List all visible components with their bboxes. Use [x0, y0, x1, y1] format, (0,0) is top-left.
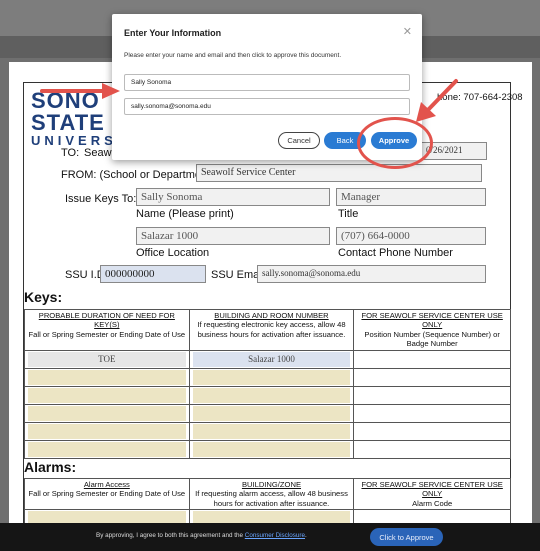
table-cell[interactable] — [24, 403, 190, 423]
alarms-heading: Alarms: — [24, 459, 77, 475]
table-row — [24, 421, 511, 441]
agreement-text: By approving, I agree to both this agree… — [96, 532, 307, 539]
table-cell — [353, 367, 511, 387]
consumer-disclosure-link[interactable]: Consumer Disclosure — [245, 532, 305, 539]
table-row: TOE Salazar 1000 — [24, 349, 511, 369]
keys-col3-header: FOR SEAWOLF SERVICE CENTER USE ONLY Posit… — [353, 309, 511, 351]
table-row — [24, 385, 511, 405]
table-cell — [353, 439, 511, 459]
duration-input[interactable]: TOE — [28, 351, 186, 367]
arrow-down-left-icon — [416, 79, 458, 122]
logo-line-2: STATE — [31, 110, 105, 135]
title-field[interactable]: Manager — [336, 188, 486, 206]
title-caption: Title — [338, 208, 359, 220]
building-input[interactable] — [192, 369, 351, 385]
from-label: FROM: (School or Department) — [61, 169, 214, 181]
arrow-right-icon — [40, 83, 120, 99]
building-input[interactable]: Salazar 1000 — [192, 351, 351, 367]
table-cell[interactable] — [24, 439, 190, 459]
duration-input[interactable] — [28, 441, 186, 457]
office-caption: Office Location — [136, 247, 210, 259]
name-field[interactable]: Sally Sonoma — [136, 188, 330, 206]
table-cell — [353, 421, 511, 441]
table-cell — [353, 349, 511, 369]
duration-input[interactable] — [28, 423, 186, 439]
to-value: Seaw — [84, 147, 112, 159]
table-cell[interactable] — [188, 385, 355, 405]
name-caption: Name (Please print) — [136, 208, 234, 220]
name-input[interactable] — [124, 74, 410, 91]
logo-line-3: UNIVERS — [31, 133, 117, 148]
table-cell — [353, 385, 511, 405]
ssu-email-field[interactable]: sally.sonoma@sonoma.edu — [257, 265, 486, 283]
building-input[interactable] — [192, 441, 351, 457]
to-label: TO: — [61, 147, 80, 159]
duration-input[interactable] — [28, 387, 186, 403]
office-field[interactable]: Salazar 1000 — [136, 227, 330, 245]
from-field[interactable]: Seawolf Service Center — [196, 164, 482, 182]
table-cell[interactable] — [24, 367, 190, 387]
keys-heading: Keys: — [24, 289, 63, 305]
approval-footer: By approving, I agree to both this agree… — [0, 523, 540, 551]
duration-input[interactable] — [28, 405, 186, 421]
alarms-col2-header: BUILDING/ZONE If requesting alarm access,… — [188, 477, 355, 511]
table-cell — [353, 403, 511, 423]
table-cell[interactable] — [188, 367, 355, 387]
table-cell[interactable] — [24, 421, 190, 441]
table-cell[interactable]: Salazar 1000 — [188, 349, 355, 369]
alarms-col3-header: FOR SEAWOLF SERVICE CENTER USE ONLY Alarm… — [353, 477, 511, 511]
table-cell[interactable] — [188, 421, 355, 441]
table-cell[interactable] — [188, 439, 355, 459]
table-row — [24, 367, 511, 387]
phone-field[interactable]: (707) 664-0000 — [336, 227, 486, 245]
building-input[interactable] — [192, 387, 351, 403]
building-input[interactable] — [192, 423, 351, 439]
cancel-button[interactable]: Cancel — [278, 132, 320, 149]
table-cell[interactable] — [24, 385, 190, 405]
keys-table: PROBABLE DURATION OF NEED FOR KEY(S) Fall… — [24, 309, 511, 459]
table-row — [24, 439, 511, 459]
keys-col1-header: PROBABLE DURATION OF NEED FOR KEY(S) Fall… — [24, 309, 190, 351]
table-row — [24, 403, 511, 423]
dialog-description: Please enter your name and email and the… — [124, 52, 342, 59]
agreement-label: By approving, I agree to both this agree… — [96, 532, 245, 539]
close-icon[interactable]: ✕ — [403, 25, 412, 38]
building-input[interactable] — [192, 405, 351, 421]
agreement-period: . — [304, 532, 307, 539]
alarms-col1-header: Alarm Access Fall or Spring Semester or E… — [24, 477, 190, 511]
table-cell[interactable]: TOE — [24, 349, 190, 369]
keys-header-row: PROBABLE DURATION OF NEED FOR KEY(S) Fall… — [24, 309, 511, 351]
keys-col2-header: BUILDING AND ROOM NUMBER If requesting el… — [188, 309, 355, 351]
table-cell[interactable] — [188, 403, 355, 423]
alarms-table: Alarm Access Fall or Spring Semester or E… — [24, 477, 511, 529]
click-to-approve-button[interactable]: Click to Approve — [370, 528, 443, 546]
ssu-id-field[interactable]: 000000000 — [100, 265, 206, 283]
alarms-header-row: Alarm Access Fall or Spring Semester or E… — [24, 477, 511, 511]
dialog-title: Enter Your Information — [124, 28, 222, 38]
phone-caption: Contact Phone Number — [338, 247, 453, 259]
email-input[interactable] — [124, 98, 410, 115]
duration-input[interactable] — [28, 369, 186, 385]
issue-keys-label: Issue Keys To: — [65, 193, 137, 205]
